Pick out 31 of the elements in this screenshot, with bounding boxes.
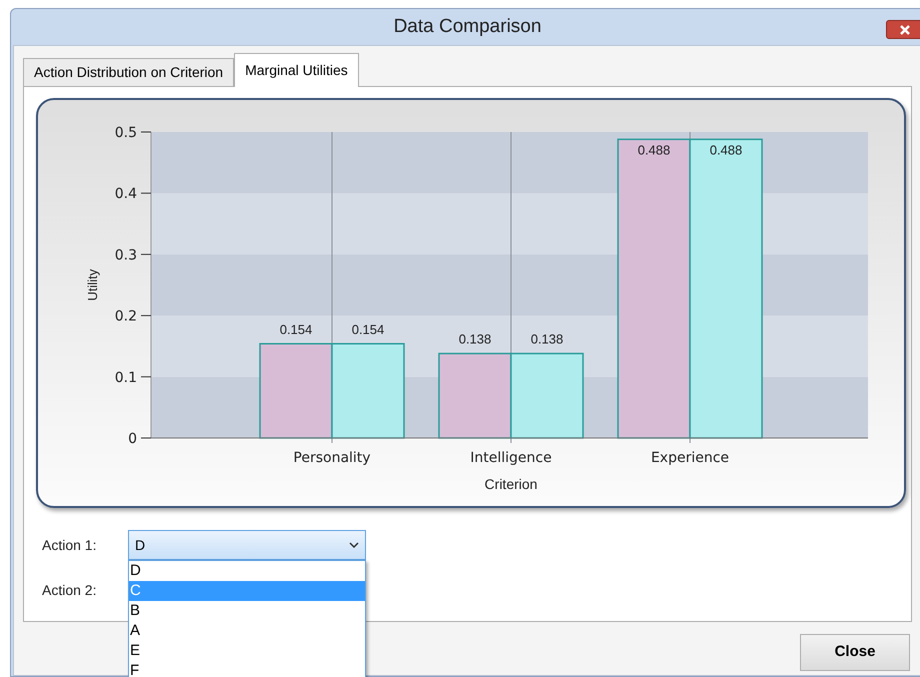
dropdown-option[interactable]: E [129,641,365,661]
tick-label: 0.4 [114,186,137,202]
chevron-icon [349,542,359,548]
tick-label: 0.3 [114,247,137,264]
value-label: 0.488 [638,142,670,158]
dropdown-field[interactable]: D [128,530,366,560]
dropdown-option[interactable]: B [129,601,365,621]
close-icon[interactable] [886,20,920,39]
field-label: Action 1: [42,536,98,554]
axis-title: Utility [85,269,100,301]
tick-label: 0.5 [114,125,137,141]
tab[interactable]: Marginal Utilities [234,53,359,87]
value-label: 0.138 [458,332,492,347]
tick-label: 0.2 [114,308,137,325]
dropdown-option[interactable]: D [129,561,365,581]
close-button[interactable]: Close [800,634,910,671]
tab[interactable]: Action Distribution on Criterion [23,58,234,86]
category-label: Experience [650,450,730,466]
tick-label: 0 [128,431,137,447]
category-label: Personality [293,450,371,466]
tick-label: 0.1 [114,370,137,386]
value-label: 0.154 [352,322,384,337]
axis-title: Criterion [484,476,538,492]
field-label: Action 2: [42,581,98,600]
value-label: 0.488 [710,142,742,158]
category-label: Intelligence [470,450,552,466]
dropdown-option[interactable]: A [129,621,365,641]
value-label: 0.138 [530,332,564,347]
value-label: 0.154 [280,322,312,337]
window-title: Data Comparison [394,14,542,39]
dropdown-option[interactable]: F [129,661,365,677]
